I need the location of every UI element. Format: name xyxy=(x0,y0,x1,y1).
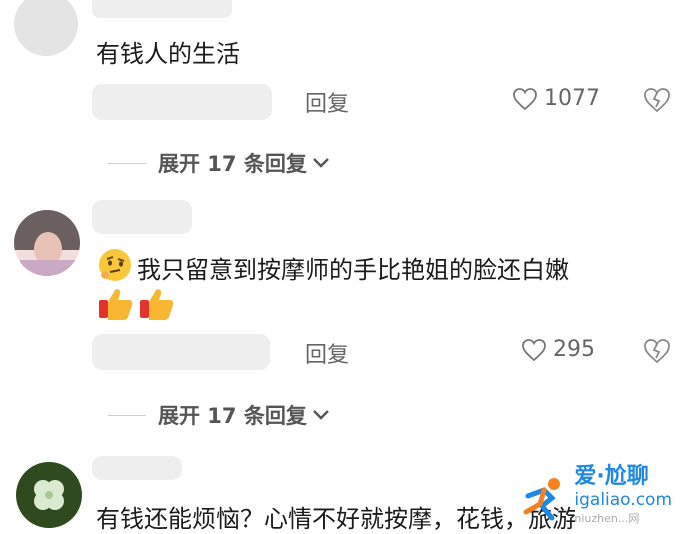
thinking-emoji-icon xyxy=(99,249,131,281)
clover-icon xyxy=(34,480,64,510)
thumbs-up-icon xyxy=(140,289,174,320)
timestamp-blurred xyxy=(92,334,270,370)
reply-button[interactable]: 回复 xyxy=(305,337,349,369)
like-button[interactable]: 295 xyxy=(521,337,595,362)
avatar[interactable] xyxy=(16,462,82,528)
like-count: 295 xyxy=(553,337,595,362)
expand-replies-label: 展开 17 条回复 xyxy=(158,404,307,428)
avatar-shirt xyxy=(20,260,76,276)
watermark-brand: 爱·尬聊 xyxy=(574,458,672,490)
watermark-url: igaliao.com xyxy=(574,490,672,510)
comment-text: 有钱人的生活 xyxy=(96,40,240,68)
dislike-icon[interactable] xyxy=(643,86,671,114)
reply-button[interactable]: 回复 xyxy=(305,86,349,118)
username-blurred[interactable] xyxy=(92,456,182,480)
username-blurred[interactable] xyxy=(92,200,192,234)
like-button[interactable]: 1077 xyxy=(512,86,600,111)
heart-icon xyxy=(513,87,537,110)
thumbs-up-icon xyxy=(99,289,133,320)
comment-text: 我只留意到按摩师的手比艳姐的脸还白嫩 xyxy=(137,256,569,284)
watermark: 爱·尬聊 igaliao.com niuzhen...网 xyxy=(518,458,672,526)
chevron-down-icon xyxy=(313,410,329,420)
avatar[interactable] xyxy=(14,0,78,56)
expand-replies-label: 展开 17 条回复 xyxy=(158,152,307,176)
heart-icon xyxy=(522,338,546,361)
watermark-faint: niuzhen...网 xyxy=(574,512,640,525)
avatar[interactable] xyxy=(14,210,80,276)
expand-replies[interactable]: 展开 17 条回复 xyxy=(108,400,331,430)
like-count: 1077 xyxy=(544,86,600,111)
dislike-icon[interactable] xyxy=(643,337,671,365)
expand-replies[interactable]: 展开 17 条回复 xyxy=(108,148,331,178)
username-blurred[interactable] xyxy=(92,0,232,18)
divider-line xyxy=(108,162,146,164)
divider-line xyxy=(108,414,146,416)
comment-text: 有钱还能烦恼？心情不好就按摩，花钱，旅游 xyxy=(96,505,576,533)
chevron-down-icon xyxy=(313,158,329,168)
timestamp-blurred xyxy=(92,84,272,120)
running-figure-logo-icon xyxy=(523,478,561,521)
